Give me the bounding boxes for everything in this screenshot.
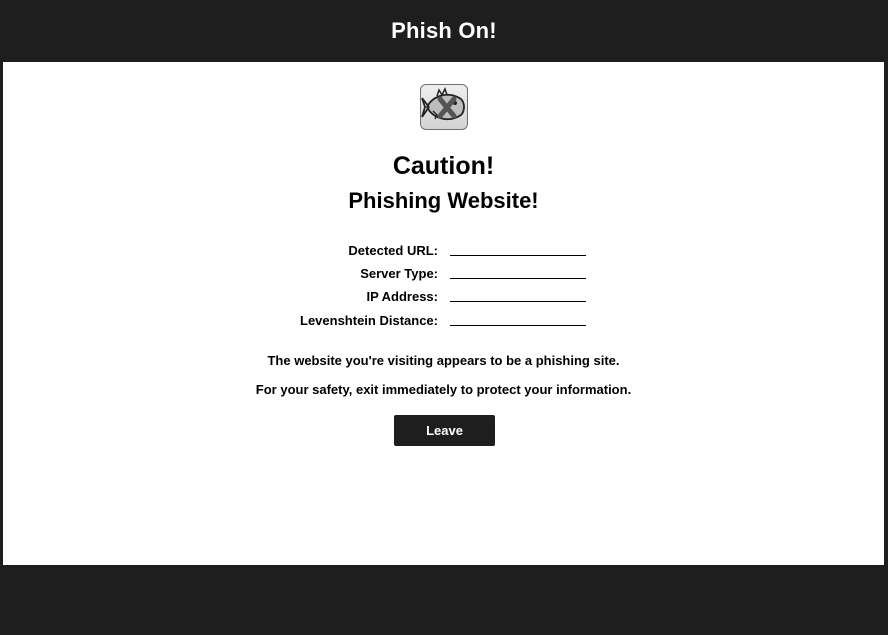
warning-subheading: Phishing Website! <box>348 188 539 213</box>
detail-row-levenshtein-distance: Levenshtein Distance: <box>3 313 884 331</box>
detail-label: Server Type: <box>360 266 438 281</box>
safety-message: For your safety, exit immediately to pro… <box>255 382 632 397</box>
detail-row-detected-url: Detected URL: <box>3 243 884 261</box>
detail-value-line <box>450 325 586 326</box>
detail-row-server-type: Server Type: <box>3 266 884 284</box>
leave-button[interactable]: Leave <box>394 415 495 446</box>
detail-label: IP Address: <box>366 289 438 304</box>
warning-message: The website you're visiting appears to b… <box>267 353 620 368</box>
warning-heading: Caution! <box>392 152 495 180</box>
detail-label: Levenshtein Distance: <box>300 313 438 328</box>
detail-label: Detected URL: <box>348 243 438 258</box>
detail-value-line <box>450 255 586 256</box>
phishing-fish-x-icon <box>420 84 468 130</box>
detail-value-line <box>450 301 586 302</box>
warning-panel: Caution! Phishing Website! Detected URL:… <box>3 62 884 565</box>
detail-row-ip-address: IP Address: <box>3 289 884 307</box>
app-header: Phish On! <box>0 0 888 62</box>
app-title: Phish On! <box>391 18 497 43</box>
detail-value-line <box>450 278 586 279</box>
